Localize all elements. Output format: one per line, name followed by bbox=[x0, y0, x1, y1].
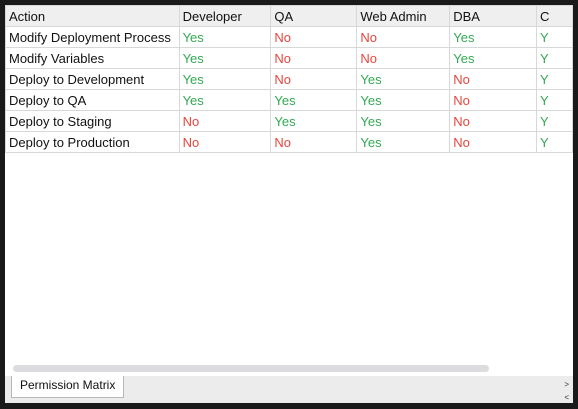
permission-cell[interactable]: No bbox=[270, 47, 358, 69]
permission-cell[interactable]: Y bbox=[536, 47, 573, 69]
permission-cell[interactable]: No bbox=[449, 110, 538, 132]
permission-cell[interactable]: Yes bbox=[356, 131, 451, 153]
permission-cell[interactable]: Yes bbox=[356, 89, 451, 111]
column-header[interactable]: Action bbox=[5, 5, 180, 27]
permission-cell[interactable]: Yes bbox=[270, 89, 358, 111]
table-row: Deploy to Staging No Yes Yes No Y bbox=[5, 110, 573, 132]
permission-cell[interactable]: Yes bbox=[178, 47, 272, 69]
header-row: Action Developer QA Web Admin DBA C bbox=[5, 5, 573, 27]
permission-cell[interactable]: No bbox=[270, 131, 358, 153]
sheet-tab-bar: Permission Matrix > < bbox=[5, 376, 573, 403]
table-row: Deploy to Production No No Yes No Y bbox=[5, 131, 573, 153]
permission-cell[interactable]: Y bbox=[536, 131, 573, 153]
permission-cell[interactable]: No bbox=[178, 131, 272, 153]
table-row: Deploy to QA Yes Yes Yes No Y bbox=[5, 89, 573, 111]
spreadsheet-window: Action Developer QA Web Admin DBA C Modify De… bbox=[5, 5, 573, 403]
permission-cell[interactable]: No bbox=[356, 26, 451, 48]
permission-cell[interactable]: No bbox=[449, 68, 538, 90]
permission-grid: Action Developer QA Web Admin DBA C Modify De… bbox=[5, 5, 573, 153]
sheet-tab-permission-matrix[interactable]: Permission Matrix bbox=[11, 376, 125, 398]
permission-cell[interactable]: Y bbox=[536, 110, 573, 132]
table-row: Modify Deployment Process Yes No No Yes Y bbox=[5, 26, 573, 48]
action-cell[interactable]: Modify Variables bbox=[5, 47, 180, 69]
scroll-left-icon[interactable]: < bbox=[564, 393, 569, 402]
table-row: Deploy to Development Yes No Yes No Y bbox=[5, 68, 573, 90]
permission-cell[interactable]: Yes bbox=[178, 89, 272, 111]
horizontal-scrollbar[interactable] bbox=[13, 365, 489, 372]
column-header[interactable]: QA bbox=[270, 5, 358, 27]
permission-cell[interactable]: No bbox=[270, 26, 358, 48]
table-row: Modify Variables Yes No No Yes Y bbox=[5, 47, 573, 69]
permission-cell[interactable]: Y bbox=[536, 26, 573, 48]
action-cell[interactable]: Deploy to QA bbox=[5, 89, 180, 111]
permission-cell[interactable]: No bbox=[270, 68, 358, 90]
permission-cell[interactable]: No bbox=[178, 110, 272, 132]
permission-cell[interactable]: Yes bbox=[449, 47, 538, 69]
permission-cell[interactable]: Y bbox=[536, 89, 573, 111]
action-cell[interactable]: Modify Deployment Process bbox=[5, 26, 180, 48]
permission-cell[interactable]: No bbox=[449, 89, 538, 111]
scroll-right-icon[interactable]: > bbox=[564, 380, 569, 389]
permission-cell[interactable]: Yes bbox=[356, 110, 451, 132]
permission-cell[interactable]: Yes bbox=[270, 110, 358, 132]
action-cell[interactable]: Deploy to Production bbox=[5, 131, 180, 153]
column-header[interactable]: Developer bbox=[178, 5, 272, 27]
action-cell[interactable]: Deploy to Development bbox=[5, 68, 180, 90]
permission-cell[interactable]: Yes bbox=[356, 68, 451, 90]
permission-cell[interactable]: Y bbox=[536, 68, 573, 90]
permission-cell[interactable]: Yes bbox=[178, 68, 272, 90]
permission-table: Action Developer QA Web Admin DBA C Modify De… bbox=[5, 5, 573, 153]
permission-cell[interactable]: No bbox=[356, 47, 451, 69]
column-header[interactable]: Web Admin bbox=[356, 5, 451, 27]
action-cell[interactable]: Deploy to Staging bbox=[5, 110, 180, 132]
permission-cell[interactable]: Yes bbox=[449, 26, 538, 48]
permission-cell[interactable]: Yes bbox=[178, 26, 272, 48]
column-header[interactable]: DBA bbox=[449, 5, 538, 27]
column-header[interactable]: C bbox=[536, 5, 573, 27]
permission-cell[interactable]: No bbox=[449, 131, 538, 153]
